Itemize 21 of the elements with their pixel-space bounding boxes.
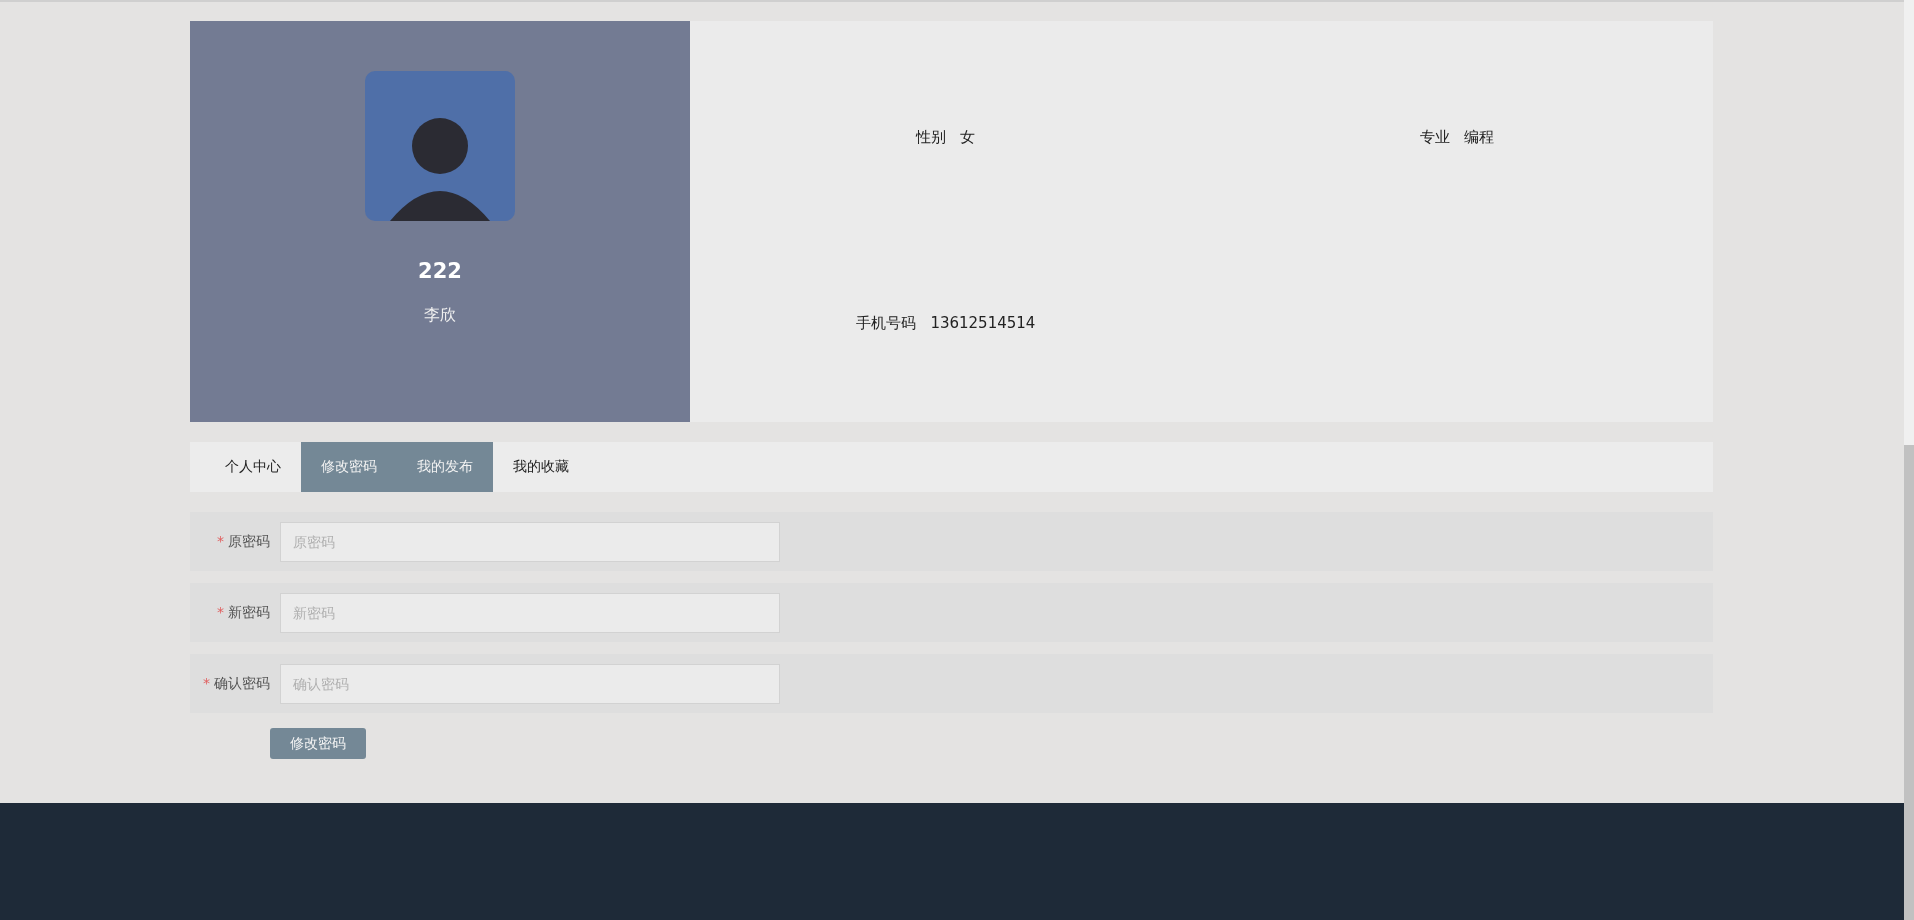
info-text: 手机号码 13612514514	[856, 313, 1036, 333]
input-field[interactable]: 原密码	[280, 521, 780, 562]
tab[interactable]: 修改密码	[301, 442, 397, 492]
info-text: 性别 女	[916, 128, 976, 148]
info-text: 专业 编程	[1420, 128, 1495, 148]
field-label: 新密码	[228, 603, 270, 620]
username: 222	[418, 259, 462, 283]
tab[interactable]: 个人中心	[205, 442, 301, 492]
required-mark: *	[203, 674, 210, 691]
tab[interactable]: 我的收藏	[493, 442, 589, 492]
input-field[interactable]: 新密码	[280, 592, 780, 633]
real-name: 李欣	[424, 305, 456, 326]
field-label: 确认密码	[214, 674, 270, 691]
submit-button[interactable]: 修改密码	[270, 728, 366, 759]
scrollbar[interactable]	[1904, 0, 1914, 920]
field-label: 原密码	[228, 532, 270, 549]
required-mark: *	[217, 603, 224, 620]
tab[interactable]: 我的发布	[397, 442, 493, 492]
scrollbar-thumb[interactable]	[1904, 445, 1914, 920]
input-field[interactable]: 确认密码	[280, 663, 780, 704]
required-mark: *	[217, 532, 224, 549]
